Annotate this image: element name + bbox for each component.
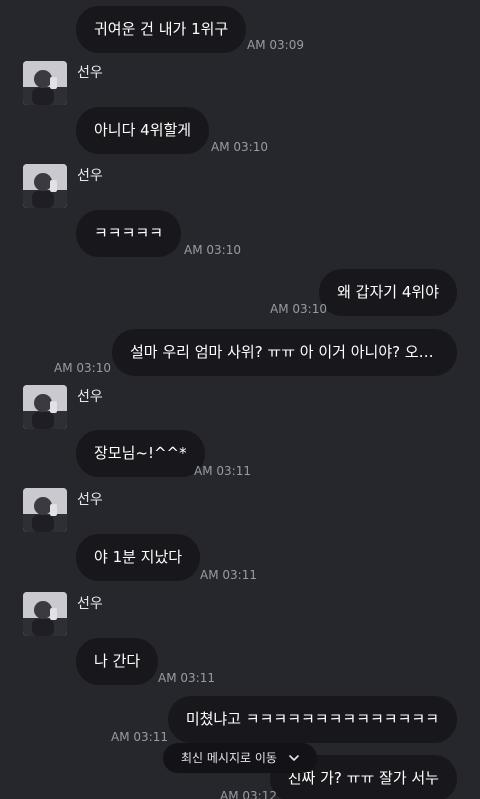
chevron-down-icon (289, 755, 299, 761)
avatar-photo (23, 592, 67, 636)
message-timestamp: AM 03:10 (270, 302, 327, 316)
avatar-photo (23, 488, 67, 532)
message-timestamp: AM 03:11 (111, 730, 168, 744)
message-bubble[interactable]: 나 간다 (76, 638, 159, 685)
message-bubble[interactable]: 아니다 4위할게 (76, 107, 210, 154)
avatar[interactable] (23, 592, 67, 636)
message-timestamp: AM 03:11 (158, 671, 215, 685)
message-bubble[interactable]: ㅋㅋㅋㅋㅋ (76, 210, 182, 257)
scroll-to-latest-button[interactable]: 최신 메시지로 이동 (163, 743, 317, 773)
message-timestamp: AM 03:09 (247, 38, 304, 52)
sender-name: 선우 (77, 168, 103, 184)
message-bubble[interactable]: 장모님~!^^* (76, 430, 205, 477)
message-timestamp: AM 03:11 (194, 464, 251, 478)
avatar[interactable] (23, 164, 67, 208)
sender-name: 선우 (77, 492, 103, 508)
message-timestamp: AM 03:12 (220, 789, 277, 799)
chat-message-list[interactable]: 귀여운 건 내가 1위구 AM 03:09 선우 아니다 4위할게 AM 03:… (0, 0, 480, 799)
message-bubble[interactable]: 야 1분 지났다 (76, 534, 201, 581)
message-bubble[interactable]: 왜 갑자기 4위야 (319, 269, 457, 316)
avatar-photo (23, 164, 67, 208)
message-bubble[interactable]: 설마 우리 엄마 사위? ㅠㅠ 아 이거 아니야? 오키... (112, 329, 457, 376)
avatar[interactable] (23, 61, 67, 105)
avatar-photo (23, 385, 67, 429)
message-bubble[interactable]: 귀여운 건 내가 1위구 (76, 6, 247, 53)
message-timestamp: AM 03:10 (211, 140, 268, 154)
scroll-to-latest-label: 최신 메시지로 이동 (181, 751, 277, 765)
message-timestamp: AM 03:11 (200, 568, 257, 582)
sender-name: 선우 (77, 596, 103, 612)
avatar[interactable] (23, 488, 67, 532)
avatar-photo (23, 61, 67, 105)
sender-name: 선우 (77, 389, 103, 405)
message-timestamp: AM 03:10 (184, 243, 241, 257)
sender-name: 선우 (77, 65, 103, 81)
message-bubble[interactable]: 미쳤냐고 ㅋㅋㅋㅋㅋㅋㅋㅋㅋㅋㅋㅋㅋㅋ (167, 696, 457, 743)
message-timestamp: AM 03:10 (54, 361, 111, 375)
avatar[interactable] (23, 385, 67, 429)
